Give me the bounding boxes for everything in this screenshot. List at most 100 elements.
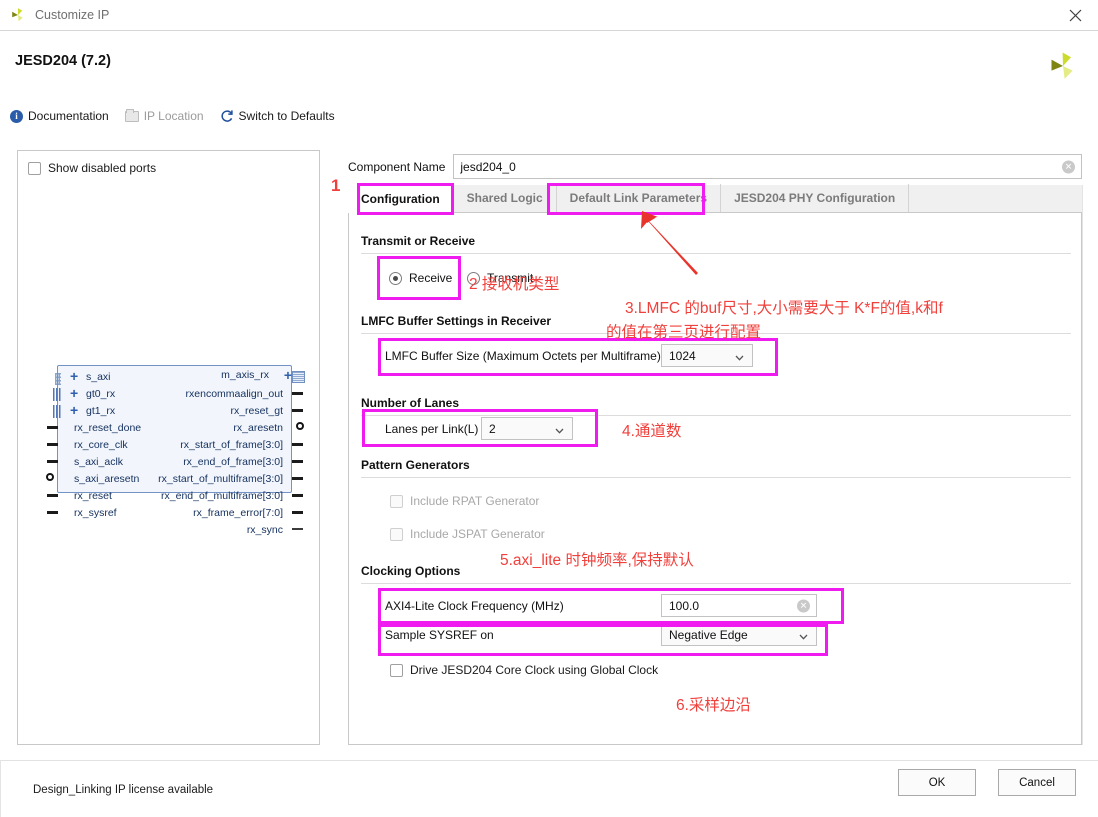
pane-right-edge: [1082, 185, 1083, 745]
close-icon[interactable]: [1052, 0, 1098, 30]
sample-sysref-on-combo[interactable]: Negative Edge: [661, 623, 817, 646]
clear-icon[interactable]: ✕: [797, 599, 810, 612]
port-label: rx_core_clk: [74, 439, 128, 451]
port-label: rx_start_of_multiframe[3:0]: [158, 473, 283, 485]
tab-label: Default Link Parameters: [569, 191, 708, 205]
component-name-value: jesd204_0: [460, 159, 516, 174]
license-status-text: Design_Linking IP license available: [33, 784, 214, 796]
pin-rx_reset_done-icon: [47, 426, 58, 429]
pin-rxencommaalign_out-icon: [292, 392, 303, 395]
port-label: rx_sync: [246, 524, 283, 536]
bus-pin-m_axis_rx-icon: [292, 371, 305, 383]
footer-left-edge: [0, 760, 1, 817]
bus-pin-gt0_rx-icon: [53, 388, 62, 401]
ip-block-diagram: + + + s_axi gt0_rx gt1_rx rx_reset_done …: [46, 365, 305, 536]
xilinx-logo-icon: [9, 6, 27, 24]
drive-core-clock-row[interactable]: Drive JESD204 Core Clock using Global Cl…: [390, 663, 658, 677]
port-label: rx_start_of_frame[3:0]: [180, 439, 283, 451]
include-jspat-generator-checkbox[interactable]: [390, 527, 403, 541]
info-icon: i: [10, 109, 23, 123]
group-divider: [361, 477, 1071, 478]
port-label: rx_sysref: [74, 507, 117, 519]
include-jspat-generator-row[interactable]: Include JSPAT Generator: [390, 527, 545, 541]
include-rpat-generator-label: Include RPAT Generator: [410, 494, 540, 508]
pin-s_axi_aclk-icon: [47, 460, 58, 463]
ok-button[interactable]: OK: [898, 769, 976, 796]
expand-s_axi-icon[interactable]: +: [70, 369, 78, 383]
include-jspat-generator-label: Include JSPAT Generator: [410, 527, 545, 541]
ip-location-button[interactable]: IP Location: [124, 108, 204, 123]
axi4-lite-clock-frequency-value: 100.0: [669, 598, 700, 613]
component-name-label: Component Name: [348, 159, 446, 174]
clear-icon[interactable]: ✕: [1062, 160, 1075, 173]
ip-location-label: IP Location: [143, 109, 204, 123]
tab-strip-filler: [909, 184, 1082, 212]
port-label: rx_reset_done: [74, 422, 142, 434]
sample-sysref-on-row: Sample SYSREF on Negative Edge: [385, 623, 817, 646]
annotation-1: 1: [331, 176, 341, 195]
port-label: gt1_rx: [86, 405, 116, 417]
include-rpat-generator-row[interactable]: Include RPAT Generator: [390, 494, 539, 508]
show-disabled-ports-row[interactable]: Show disabled ports: [28, 161, 156, 175]
ip-symbol-panel: Show disabled ports + + + s_axi gt0_rx g…: [17, 150, 320, 745]
port-label: rx_reset: [74, 490, 112, 502]
folder-icon: [124, 108, 139, 122]
window-title: Customize IP: [35, 8, 110, 22]
switch-to-defaults-label: Switch to Defaults: [238, 109, 335, 123]
tab-label: JESD204 PHY Configuration: [734, 191, 896, 205]
port-label: rx_reset_gt: [230, 405, 283, 417]
annotation-4: 4.通道数: [622, 423, 682, 440]
lmfc-buffer-size-row: LMFC Buffer Size (Maximum Octets per Mul…: [385, 344, 753, 367]
pin-rx_frame_error-icon: [292, 511, 303, 514]
configuration-pane: Transmit or Receive Receive Transmit LMF…: [348, 213, 1082, 745]
pin-rx_end_of_multiframe-icon: [292, 494, 303, 497]
expand-m_axis_rx-icon[interactable]: +: [284, 368, 292, 382]
lmfc-buffer-size-label: LMFC Buffer Size (Maximum Octets per Mul…: [385, 348, 661, 363]
lmfc-buffer-size-combo[interactable]: 1024: [661, 344, 753, 367]
pin-rx_sysref-icon: [47, 511, 58, 514]
expand-gt0_rx-icon[interactable]: +: [70, 386, 78, 400]
port-label: s_axi_aresetn: [74, 473, 140, 485]
tab-configuration[interactable]: Configuration: [348, 184, 454, 213]
port-label: rx_aresetn: [233, 422, 283, 434]
receive-radio-row[interactable]: Receive: [389, 271, 452, 285]
drive-core-clock-checkbox[interactable]: [390, 663, 403, 677]
component-name-input[interactable]: jesd204_0 ✕: [453, 154, 1082, 179]
dialog-header: JESD204 (7.2) i Documentation IP Locatio…: [0, 31, 1098, 131]
documentation-label: Documentation: [28, 109, 109, 123]
bus-pin-gt1_rx-icon: [53, 405, 62, 418]
switch-to-defaults-button[interactable]: Switch to Defaults: [220, 109, 335, 123]
pin-rx_start_of_multiframe-icon: [292, 477, 303, 480]
group-divider: [361, 583, 1071, 584]
lmfc-buffer-size-value: 1024: [669, 348, 696, 363]
group-title-pattern-generators: Pattern Generators: [361, 458, 470, 472]
port-label: rx_frame_error[7:0]: [193, 507, 283, 519]
axi4-lite-clock-frequency-input[interactable]: 100.0 ✕: [661, 594, 817, 617]
pin-rx_reset_gt-icon: [292, 409, 303, 412]
chevron-down-icon: [735, 351, 744, 361]
lanes-per-link-combo[interactable]: 2: [481, 417, 573, 440]
include-rpat-generator-checkbox[interactable]: [390, 494, 403, 508]
port-label: rxencommaalign_out: [185, 388, 283, 400]
receive-label: Receive: [409, 271, 453, 285]
cancel-button[interactable]: Cancel: [998, 769, 1076, 796]
bus-pin-s_axi-icon: [55, 373, 61, 385]
group-title-transmit-or-receive: Transmit or Receive: [361, 234, 476, 248]
receive-radio[interactable]: [389, 271, 402, 285]
header-toolbar: i Documentation IP Location Switch to De…: [10, 105, 335, 127]
page-title: JESD204 (7.2): [15, 53, 111, 69]
port-label: s_axi: [86, 371, 111, 383]
pin-s_axi_aresetn-inverted-icon: [46, 473, 54, 481]
sample-sysref-on-label: Sample SYSREF on: [385, 627, 494, 642]
show-disabled-ports-checkbox[interactable]: [28, 161, 41, 175]
tab-jesd204-phy-configuration[interactable]: JESD204 PHY Configuration: [721, 184, 910, 212]
lanes-per-link-row: Lanes per Link(L) 2: [385, 417, 573, 440]
expand-gt1_rx-icon[interactable]: +: [70, 403, 78, 417]
port-label: rx_end_of_multiframe[3:0]: [161, 490, 283, 502]
tab-shared-logic[interactable]: Shared Logic: [454, 184, 557, 212]
tab-label: Shared Logic: [466, 191, 543, 205]
documentation-button[interactable]: i Documentation: [10, 109, 109, 123]
xilinx-brand-logo-icon: [1046, 49, 1080, 83]
port-label: s_axi_aclk: [74, 456, 124, 468]
group-title-number-of-lanes: Number of Lanes: [361, 396, 460, 410]
